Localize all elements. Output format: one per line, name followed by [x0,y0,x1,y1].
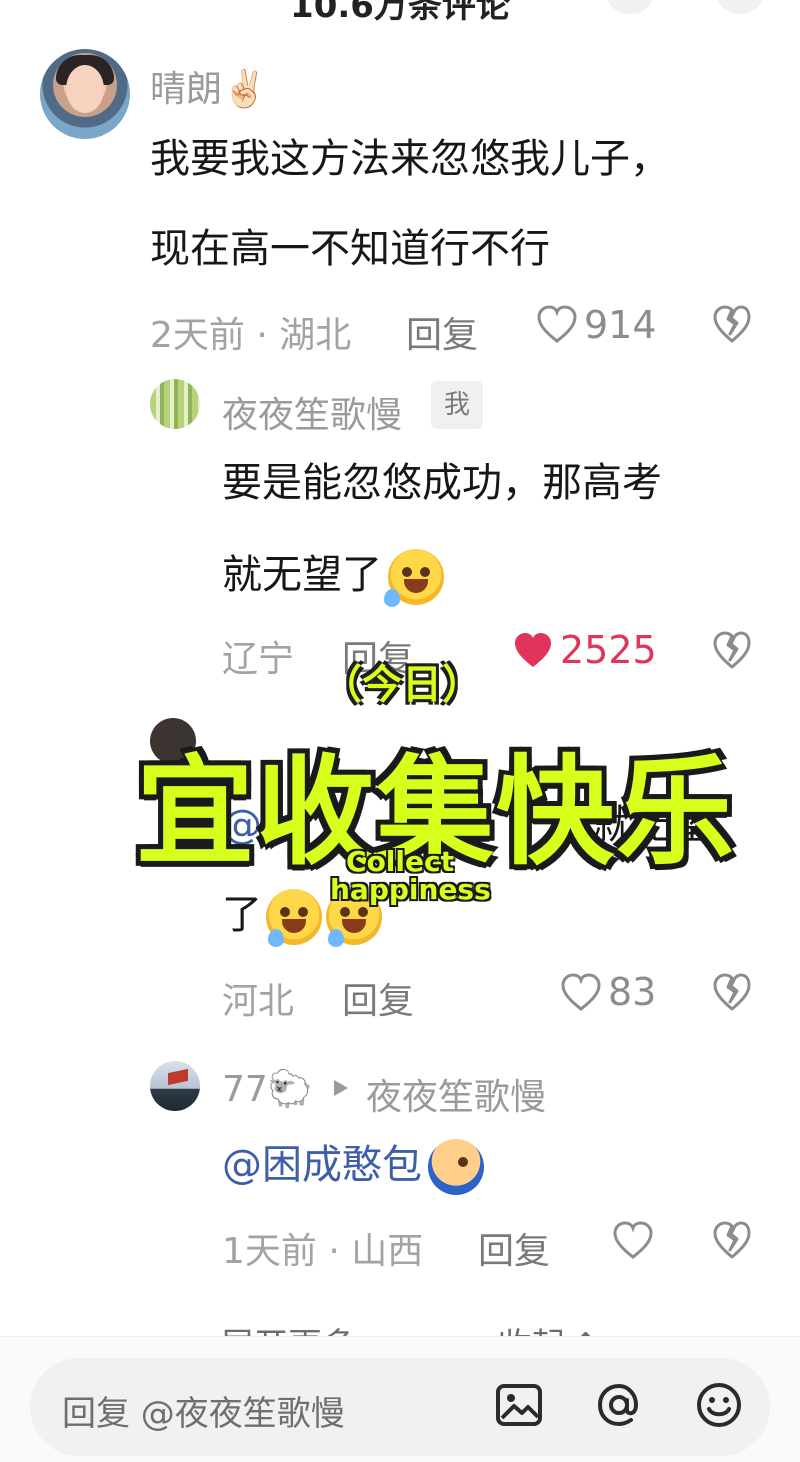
reply-arrow-icon [334,1080,348,1096]
comment-text-line: 就无望了 [222,532,444,618]
comment-text-line: @困成憨包 [222,1122,484,1208]
liked-heart-icon[interactable] [512,630,554,670]
image-icon[interactable] [494,1380,544,1430]
dislike-icon[interactable] [712,1220,752,1260]
facepalm-emoji-icon [428,1139,484,1195]
comments-count-title: 10.6万条评论 [290,0,510,26]
comment-text-line: 现在高一不知道行不行 [150,226,550,272]
dislike-icon[interactable] [712,304,752,344]
mention-at-icon[interactable] [594,1380,644,1430]
reply-to-username[interactable]: 夜夜笙歌慢 [366,1068,546,1120]
avatar[interactable] [150,379,200,429]
overlay-sticker-english-text: Collect happiness [330,845,491,906]
like-count: 83 [608,970,657,1014]
like-icon[interactable] [612,1220,654,1260]
dislike-icon[interactable] [712,630,752,670]
comment-text-line: 要是能忽悠成功，那高考 [222,460,662,506]
like-icon[interactable] [560,972,602,1012]
dislike-icon[interactable] [712,972,752,1012]
reply-button[interactable]: 回复 [478,1222,550,1274]
like-icon[interactable] [536,304,578,344]
like-count: 2525 [560,628,657,672]
reply-button[interactable]: 回复 [342,972,414,1024]
like-count: 914 [584,303,657,347]
comment-meta: 辽宁 [222,639,295,680]
comment-username[interactable]: 77🐑 [222,1068,313,1110]
laughing-crying-emoji-icon [384,549,444,607]
avatar[interactable] [40,49,130,139]
pleading-emoji-icon [266,889,322,947]
emoji-icon[interactable] [694,1380,744,1430]
overlay-sticker-small-text: （今日） [322,662,482,708]
reply-input-placeholder: 回复 @夜夜笙歌慢 [62,1394,345,1434]
avatar[interactable] [150,1061,200,1111]
comment-username[interactable]: 夜夜笙歌慢 [222,386,402,438]
comment-meta: 2天前 · 湖北 [150,315,352,356]
me-badge: 我 [431,381,483,429]
reply-button[interactable]: 回复 [406,306,478,358]
comment-meta: 1天前 · 山西 [222,1231,424,1272]
comment-meta: 河北 [222,981,295,1022]
comment-username[interactable]: 晴朗✌🏻 [150,60,267,112]
comment-text-line: 我要我这方法来忽悠我儿子， [150,136,670,182]
